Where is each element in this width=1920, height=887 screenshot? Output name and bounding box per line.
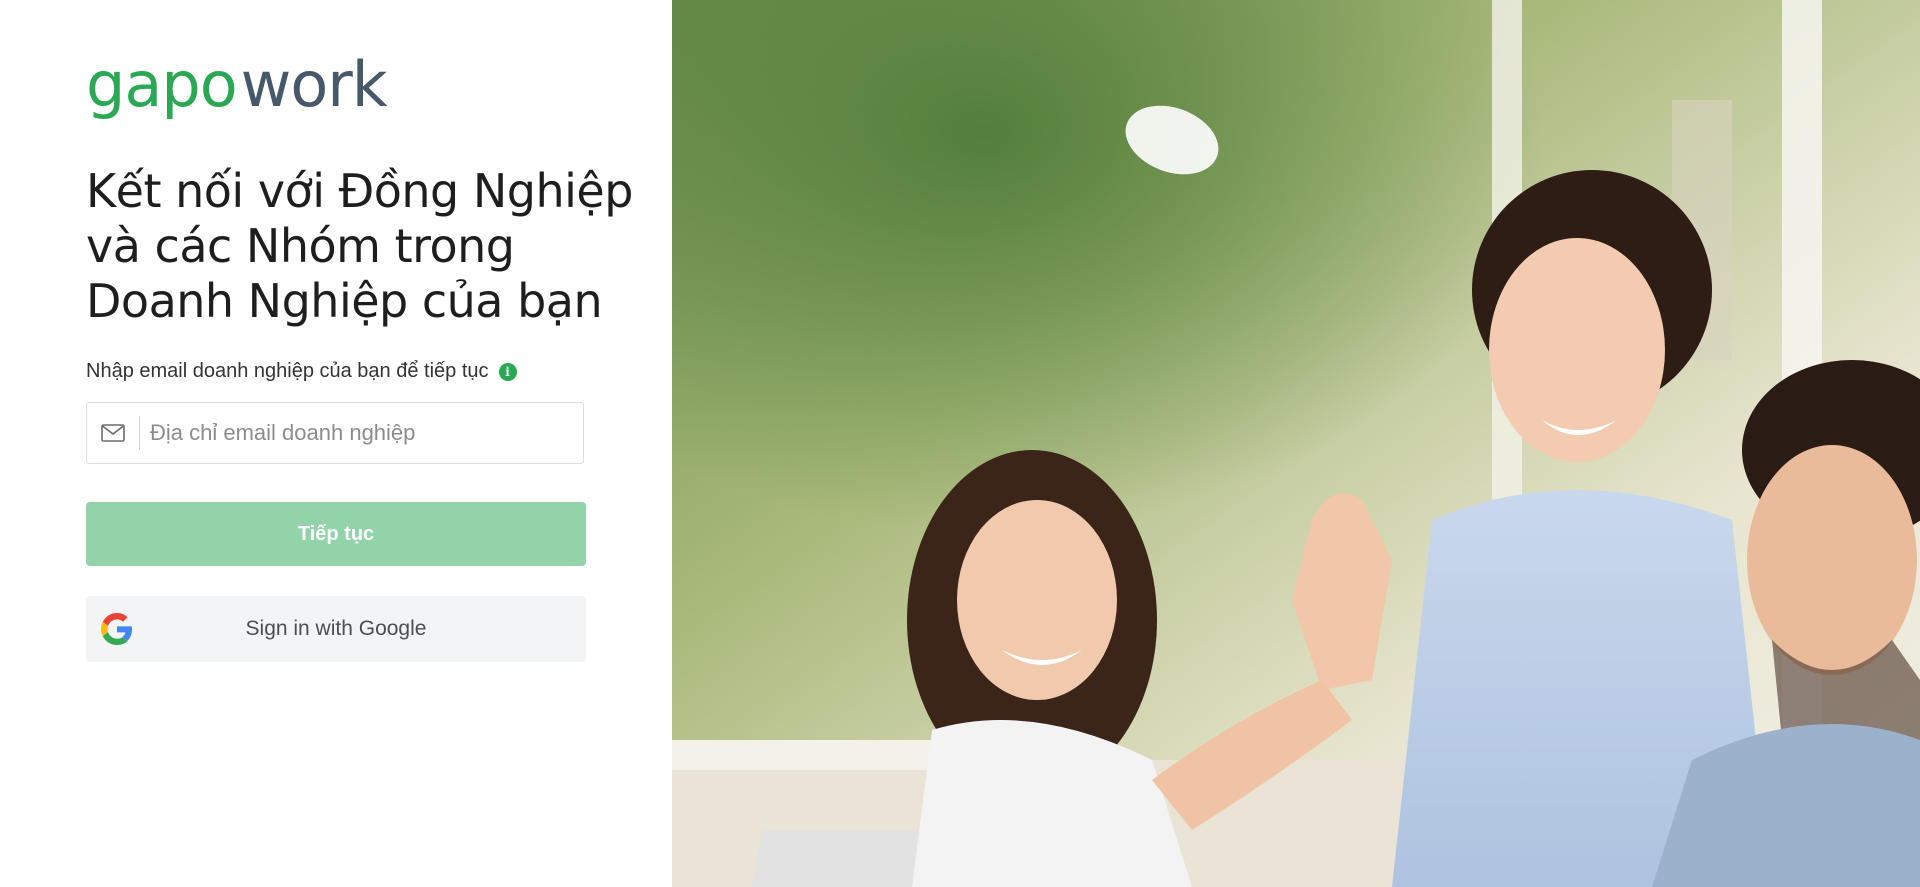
- gapowork-logo: gapowork: [86, 54, 388, 116]
- info-icon[interactable]: i: [498, 362, 517, 381]
- headline-line-2: và các Nhóm trong: [86, 219, 515, 273]
- google-signin-button[interactable]: Sign in with Google: [86, 596, 586, 662]
- headline-line-3: Doanh Nghiệp của bạn: [86, 274, 603, 328]
- google-icon: [101, 613, 132, 645]
- headline-line-1: Kết nối với Đồng Nghiệp: [86, 164, 633, 218]
- email-field: [86, 402, 584, 464]
- continue-button[interactable]: Tiếp tục: [86, 502, 586, 566]
- google-signin-label: Sign in with Google: [245, 617, 427, 640]
- login-page: gapowork Kết nối với Đồng Nghiệp và các …: [0, 0, 1920, 887]
- hero-photo-illustration: [672, 0, 1920, 887]
- hero-image: [672, 0, 1920, 887]
- mail-icon: [87, 403, 139, 463]
- login-panel: gapowork Kết nối với Đồng Nghiệp và các …: [0, 0, 672, 887]
- email-prompt-label: Nhập email doanh nghiệp của bạn để tiếp …: [86, 360, 489, 382]
- email-prompt-row: Nhập email doanh nghiệp của bạn để tiếp …: [86, 360, 517, 383]
- email-input[interactable]: [140, 403, 583, 463]
- page-headline: Kết nối với Đồng Nghiệp và các Nhóm tron…: [86, 164, 633, 329]
- logo-gapo: gapo: [86, 48, 238, 121]
- logo-work: work: [240, 48, 388, 121]
